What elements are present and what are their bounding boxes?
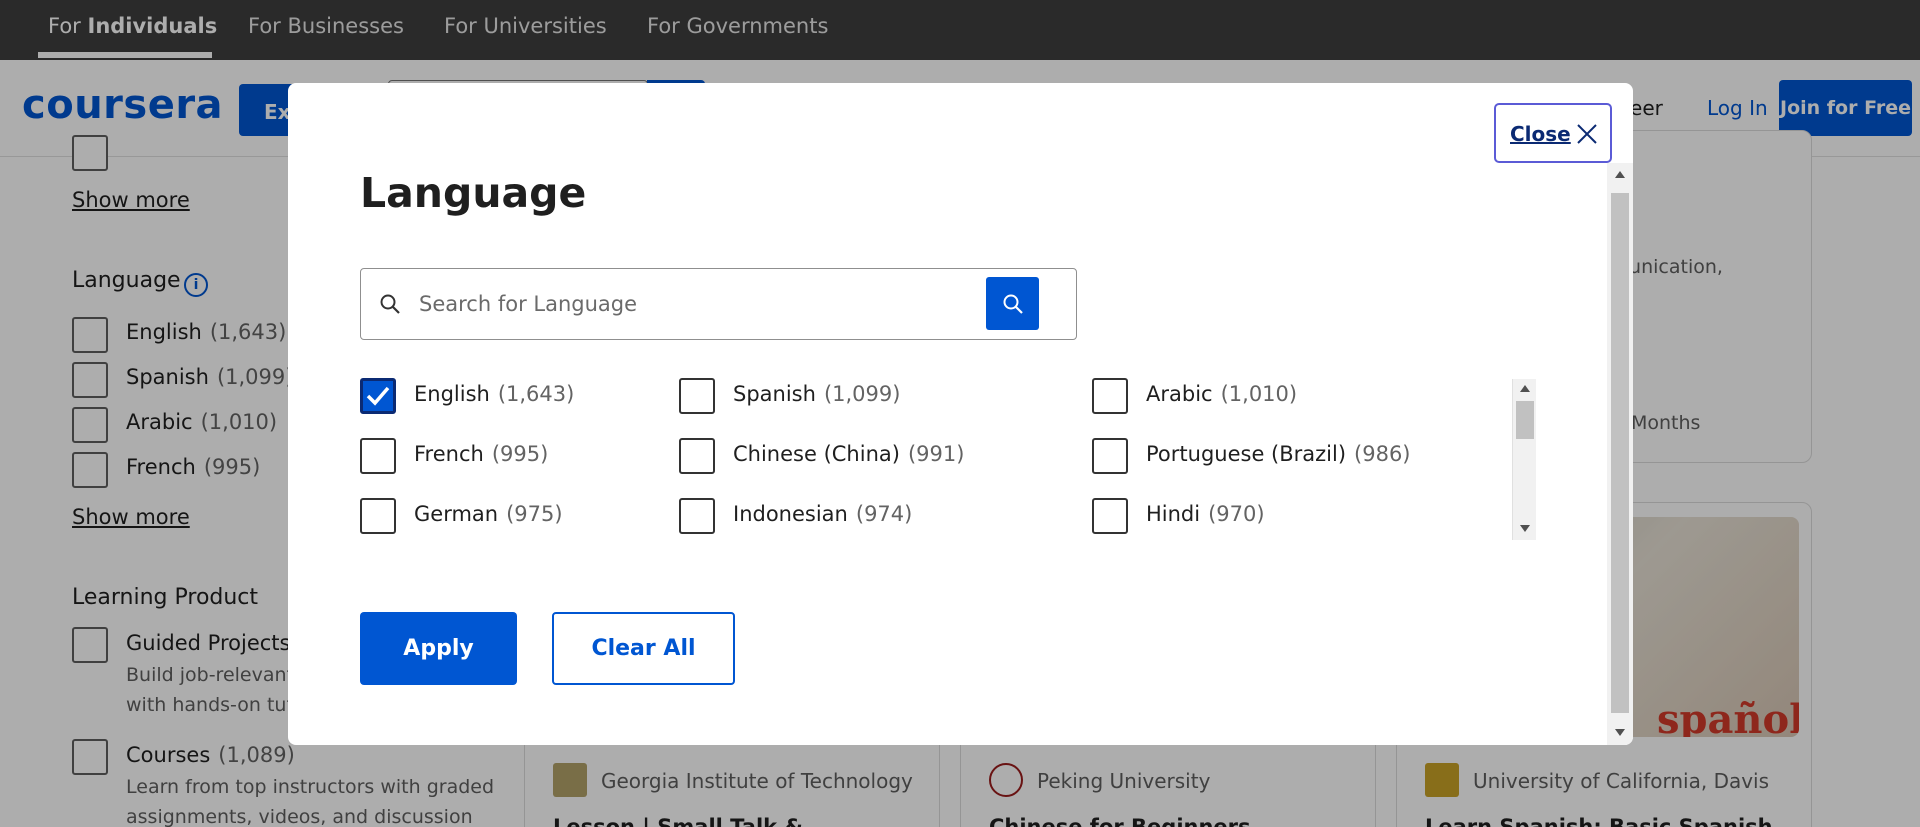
language-name: Indonesian bbox=[733, 502, 848, 526]
language-label: English (1,643) bbox=[414, 382, 574, 406]
scroll-up-arrow-icon[interactable] bbox=[1520, 385, 1530, 392]
apply-button[interactable]: Apply bbox=[360, 612, 517, 685]
search-icon bbox=[1003, 294, 1023, 314]
checkbox-checked[interactable] bbox=[360, 378, 396, 414]
language-list-scrollbar[interactable] bbox=[1512, 379, 1536, 540]
language-search-input[interactable] bbox=[419, 283, 989, 325]
language-label: Hindi (970) bbox=[1146, 502, 1265, 526]
language-count: (986) bbox=[1354, 442, 1411, 466]
clear-all-button[interactable]: Clear All bbox=[552, 612, 735, 685]
language-label: Indonesian (974) bbox=[733, 502, 912, 526]
language-name: Chinese (China) bbox=[733, 442, 900, 466]
checkbox[interactable] bbox=[1092, 498, 1128, 534]
language-count: (995) bbox=[491, 442, 549, 466]
language-search-box bbox=[360, 268, 1077, 340]
language-count: (975) bbox=[506, 502, 563, 526]
language-options-list: English (1,643) Spanish (1,099) Arabic (1,0… bbox=[360, 378, 1536, 536]
checkbox[interactable] bbox=[679, 438, 715, 474]
language-count: (1,099) bbox=[823, 382, 901, 406]
checkbox[interactable] bbox=[679, 378, 715, 414]
language-count: (970) bbox=[1208, 502, 1265, 526]
language-label: Portuguese (Brazil) (986) bbox=[1146, 442, 1411, 466]
checkbox[interactable] bbox=[1092, 438, 1128, 474]
language-name: Spanish bbox=[733, 382, 816, 406]
search-button[interactable] bbox=[986, 277, 1039, 330]
scroll-up-arrow-icon[interactable] bbox=[1615, 171, 1625, 178]
checkmark-icon bbox=[366, 386, 390, 406]
language-count: (1,643) bbox=[497, 382, 575, 406]
language-name: Hindi bbox=[1146, 502, 1201, 526]
close-label: Close bbox=[1510, 122, 1571, 146]
language-name: English bbox=[414, 382, 490, 406]
language-count: (1,010) bbox=[1220, 382, 1298, 406]
language-name: Portuguese (Brazil) bbox=[1146, 442, 1347, 466]
language-name: German bbox=[414, 502, 499, 526]
language-filter-modal: Close Language English(1,643) Spa bbox=[288, 83, 1633, 745]
language-label: French (995) bbox=[414, 442, 548, 466]
checkbox[interactable] bbox=[360, 438, 396, 474]
scrollbar-thumb[interactable] bbox=[1516, 401, 1534, 439]
language-count: (974) bbox=[855, 502, 913, 526]
scrollbar-thumb[interactable] bbox=[1611, 193, 1629, 713]
language-name: French bbox=[414, 442, 484, 466]
language-label: Spanish (1,099) bbox=[733, 382, 900, 406]
search-icon bbox=[380, 294, 400, 314]
language-label: Chinese (China) (991) bbox=[733, 442, 964, 466]
close-icon bbox=[1577, 124, 1597, 144]
language-name: Arabic bbox=[1146, 382, 1213, 406]
scroll-down-arrow-icon[interactable] bbox=[1520, 525, 1530, 532]
modal-title: Language bbox=[360, 169, 587, 217]
checkbox[interactable] bbox=[360, 498, 396, 534]
checkbox[interactable] bbox=[1092, 378, 1128, 414]
modal-scrollbar[interactable] bbox=[1607, 163, 1633, 745]
close-button[interactable]: Close bbox=[1494, 103, 1612, 163]
language-label: German (975) bbox=[414, 502, 563, 526]
checkbox[interactable] bbox=[679, 498, 715, 534]
scroll-down-arrow-icon[interactable] bbox=[1615, 729, 1625, 736]
language-count: (991) bbox=[907, 442, 965, 466]
language-label: Arabic (1,010) bbox=[1146, 382, 1297, 406]
